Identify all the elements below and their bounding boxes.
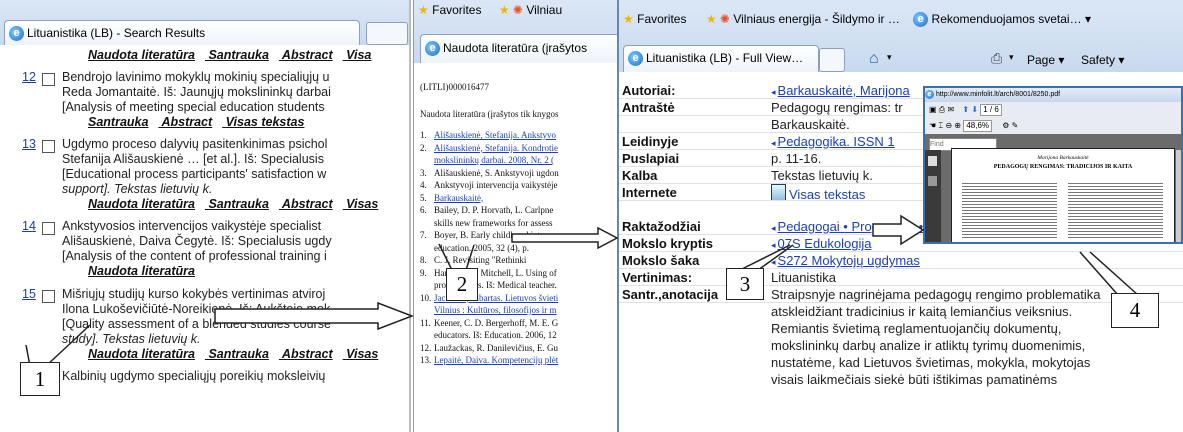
- arrow-right-icon: [872, 214, 925, 246]
- arrow-right-icon: [511, 226, 619, 250]
- callout-pointer: [465, 244, 475, 271]
- callout-2: 2: [446, 268, 478, 301]
- callout-pointer: [438, 243, 453, 271]
- arrow-right-icon: [214, 301, 415, 331]
- callout-pointer: [739, 244, 791, 271]
- callout-3: 3: [726, 268, 764, 300]
- callout-pointer: [757, 244, 794, 271]
- callout-4: 4: [1111, 293, 1159, 328]
- callout-pointer: [1089, 251, 1139, 296]
- annotation-overlay: [25, 214, 1139, 367]
- callout-1: 1: [20, 362, 60, 396]
- callout-pointer: [1079, 251, 1119, 296]
- callout-pointer: [45, 324, 91, 367]
